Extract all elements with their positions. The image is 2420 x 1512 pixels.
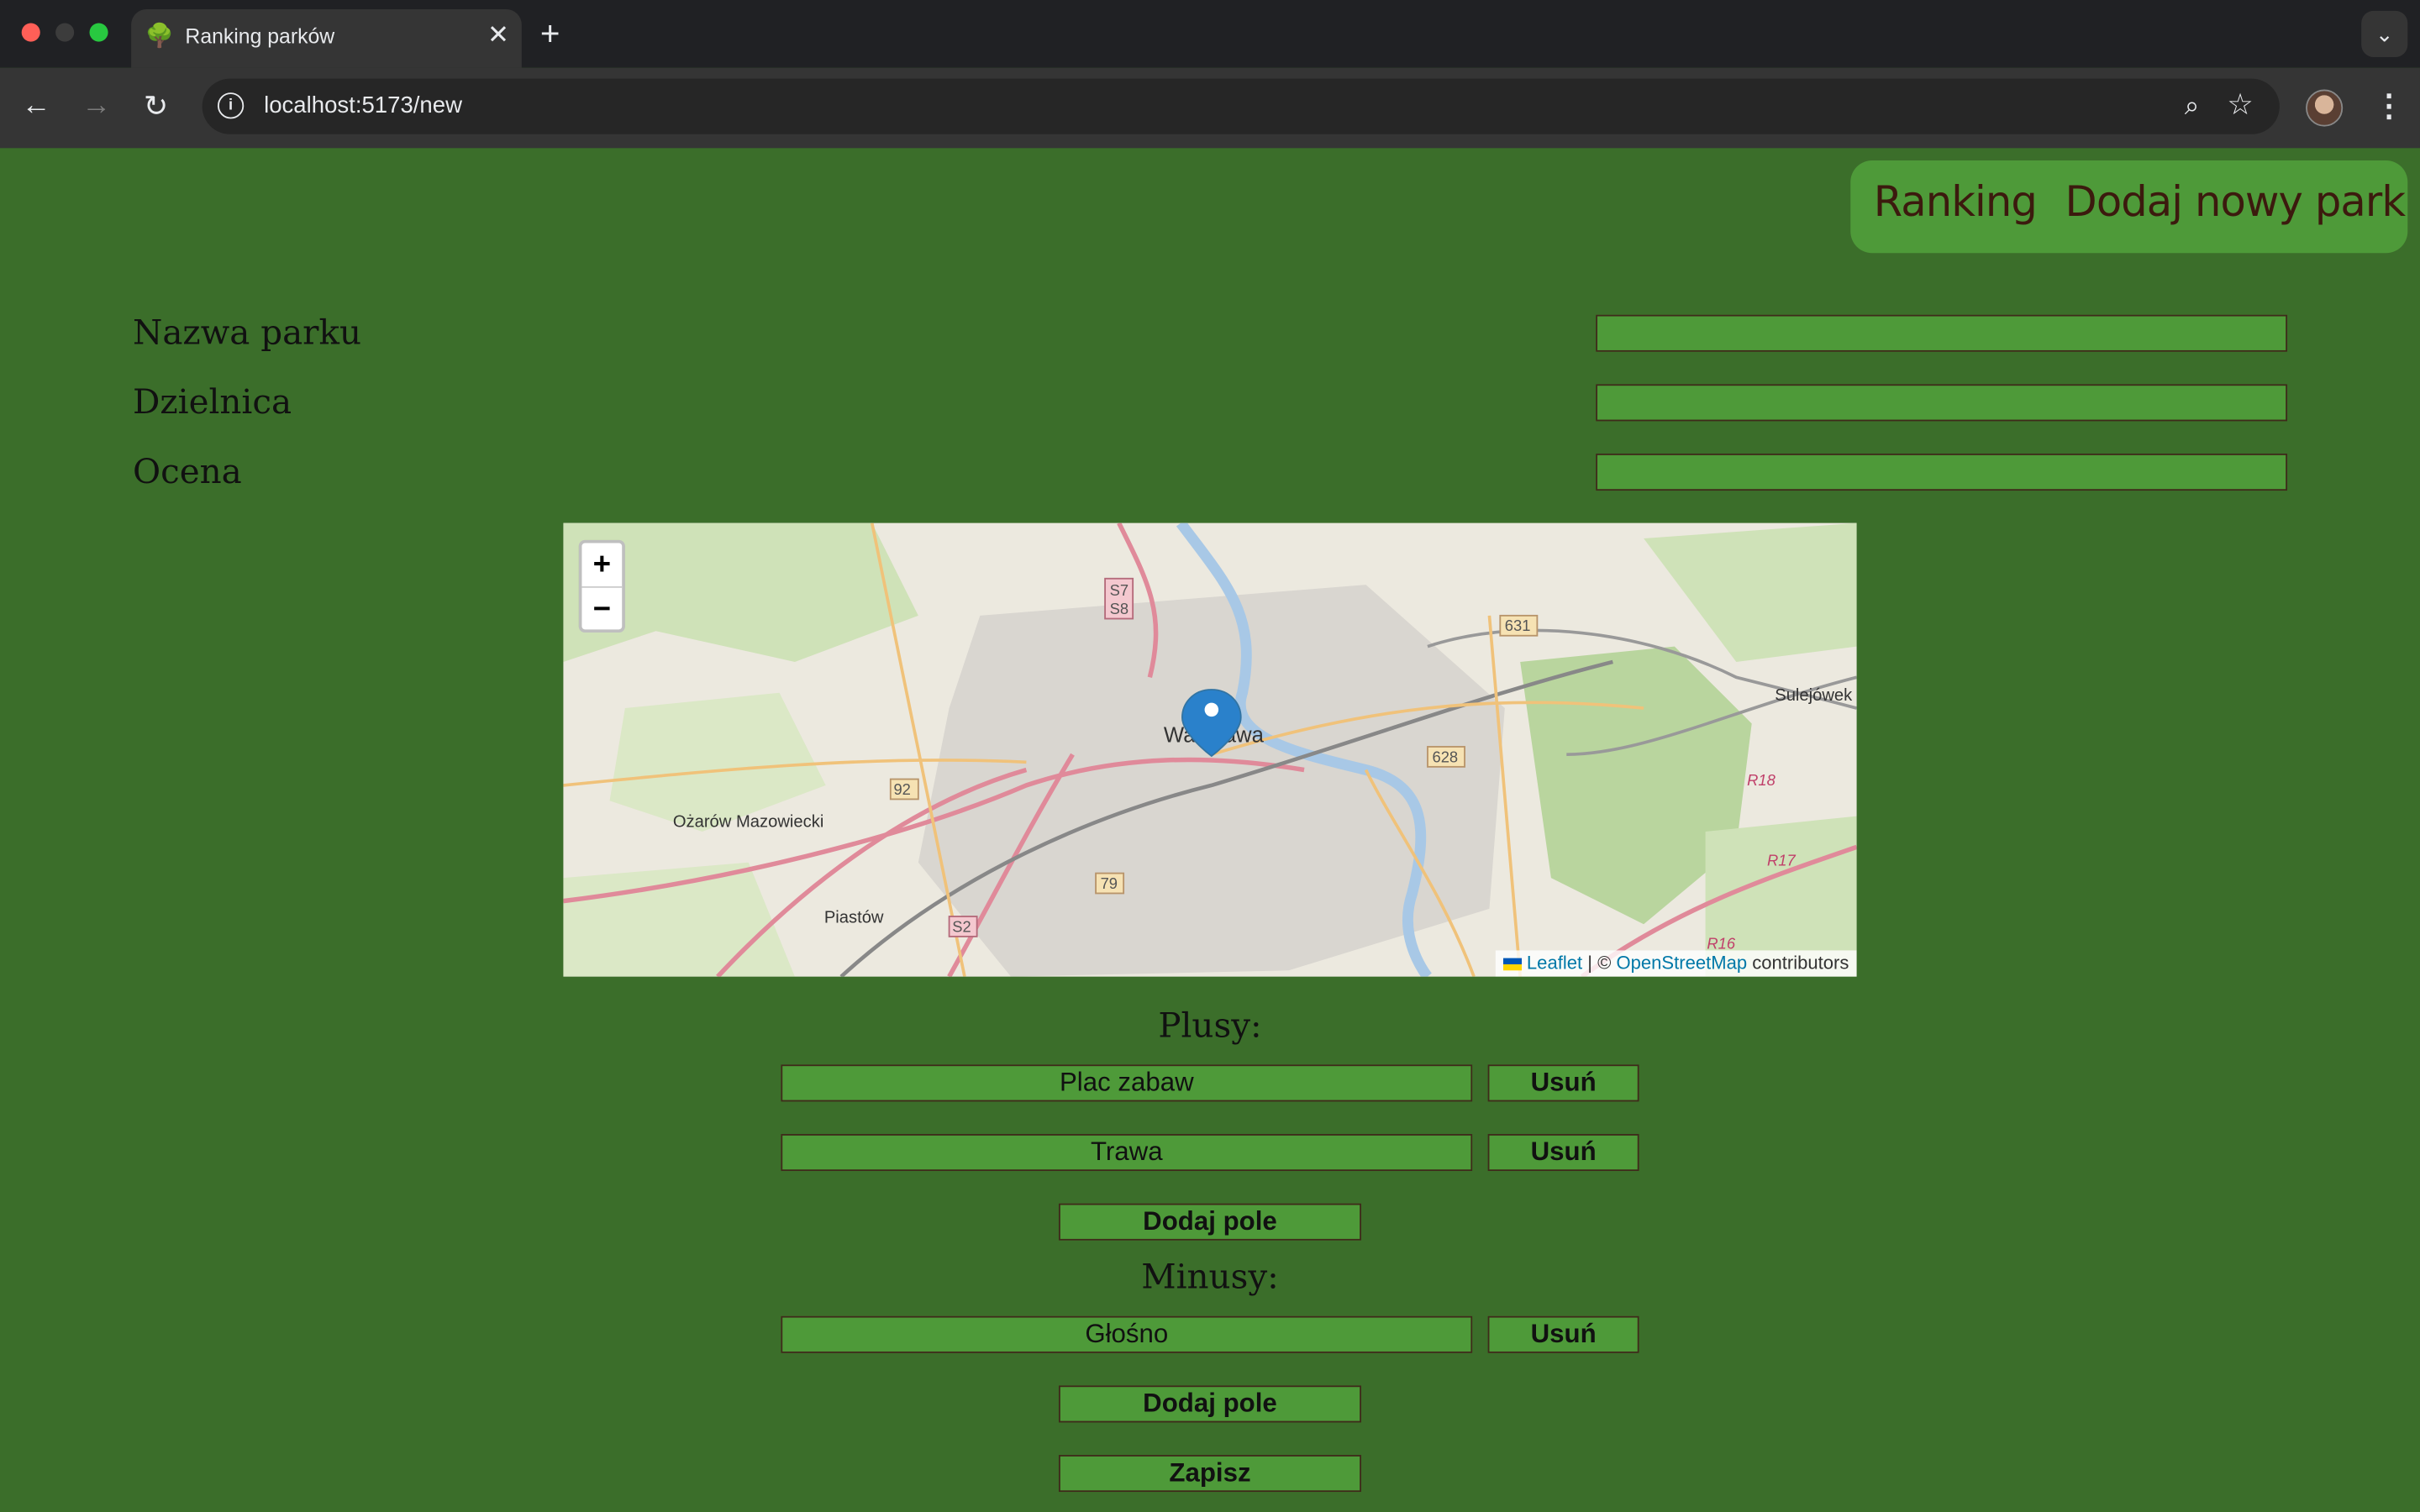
road-badge-631: 631 <box>1505 617 1531 634</box>
trail-label-r17: R17 <box>1767 851 1796 869</box>
pros-add-field-button[interactable]: Dodaj pole <box>1058 1203 1361 1241</box>
maximize-window-button[interactable] <box>89 23 108 42</box>
pros-delete-button[interactable]: Usuń <box>1487 1133 1639 1172</box>
forward-arrow-icon[interactable]: → <box>82 90 111 123</box>
tab-title: Ranking parków <box>185 24 335 48</box>
attribution-tail: contributors <box>1752 952 1849 974</box>
nav-link-ranking[interactable]: Ranking <box>1874 179 2038 227</box>
road-badge-s8: S8 <box>1110 600 1128 617</box>
tab-search-chevron-icon[interactable]: ⌄ <box>2361 10 2408 57</box>
map-zoom-control: + − <box>578 539 625 633</box>
save-button[interactable]: Zapisz <box>1058 1455 1361 1493</box>
tree-icon: 🌳 <box>145 23 174 50</box>
rating-input[interactable] <box>1596 453 2288 491</box>
close-tab-icon[interactable]: ✕ <box>487 20 509 51</box>
park-name-input[interactable] <box>1596 314 2288 352</box>
cons-title: Minusy: <box>1141 1258 1279 1298</box>
zoom-magnifier-icon[interactable]: ⌕ <box>2185 91 2200 122</box>
profile-avatar[interactable] <box>2306 89 2344 127</box>
zoom-out-button[interactable]: − <box>581 588 622 631</box>
new-tab-icon[interactable]: + <box>540 14 560 55</box>
park-name-label: Nazwa parku <box>132 314 362 354</box>
map-attribution: Leaflet | © OpenStreetMap contributors <box>1496 950 1857 977</box>
zoom-in-button[interactable]: + <box>581 543 623 588</box>
pros-item-input[interactable]: Trawa <box>781 1133 1473 1172</box>
browser-toolbar: ← → ↻ i localhost:5173/new ⌕ ☆ ⋮ <box>0 67 2420 149</box>
address-bar[interactable]: i localhost:5173/new ⌕ ☆ <box>202 78 2280 134</box>
osm-link[interactable]: OpenStreetMap <box>1616 952 1747 974</box>
cons-add-field-button[interactable]: Dodaj pole <box>1058 1385 1361 1423</box>
close-window-button[interactable] <box>21 23 40 42</box>
ukraine-flag-icon <box>1503 958 1523 970</box>
nav-link-add-park[interactable]: Dodaj nowy park <box>2065 179 2407 227</box>
reload-icon[interactable]: ↻ <box>144 90 168 125</box>
bookmark-star-icon[interactable]: ☆ <box>2227 88 2253 123</box>
minimize-window-button[interactable] <box>55 23 75 42</box>
road-badge-92: 92 <box>893 780 910 798</box>
map-label-piastow: Piastów <box>824 908 884 927</box>
rating-label: Ocena <box>132 453 242 492</box>
pros-delete-button[interactable]: Usuń <box>1487 1064 1639 1102</box>
district-label: Dzielnica <box>132 384 292 423</box>
district-input[interactable] <box>1596 384 2288 422</box>
trail-label-r18: R18 <box>1747 771 1776 789</box>
site-info-icon[interactable]: i <box>217 92 245 119</box>
map-label-ozarow: Ożarów Mazowiecki <box>673 812 824 831</box>
back-arrow-icon[interactable]: ← <box>22 90 51 123</box>
leaflet-link[interactable]: Leaflet <box>1527 952 1582 974</box>
road-badge-s2: S2 <box>952 917 971 935</box>
browser-menu-icon[interactable]: ⋮ <box>2374 87 2405 125</box>
browser-tab-bar: 🌳 Ranking parków ✕ + ⌄ <box>0 0 2420 68</box>
attribution-separator: | © <box>1587 952 1612 974</box>
cons-item-input[interactable]: Głośno <box>781 1315 1473 1353</box>
road-badge-628: 628 <box>1432 748 1458 765</box>
road-badge-79: 79 <box>1101 874 1118 892</box>
map-label-sulejowek: Sulejówek <box>1775 686 1853 705</box>
browser-tab[interactable]: 🌳 Ranking parków ✕ <box>131 9 522 68</box>
map[interactable]: Warszawa Ożarów Mazowiecki Piastów Sulej… <box>563 522 1857 977</box>
url-text[interactable]: localhost:5173/new <box>264 92 462 118</box>
top-navigation: Ranking Dodaj nowy park <box>1850 160 2408 254</box>
road-badge-s7: S7 <box>1110 581 1128 599</box>
pros-title: Plusy: <box>1158 1007 1262 1047</box>
cons-delete-button[interactable]: Usuń <box>1487 1315 1639 1353</box>
pros-item-input[interactable]: Plac zabaw <box>781 1064 1473 1102</box>
map-tiles[interactable]: Warszawa Ożarów Mazowiecki Piastów Sulej… <box>563 522 1857 977</box>
